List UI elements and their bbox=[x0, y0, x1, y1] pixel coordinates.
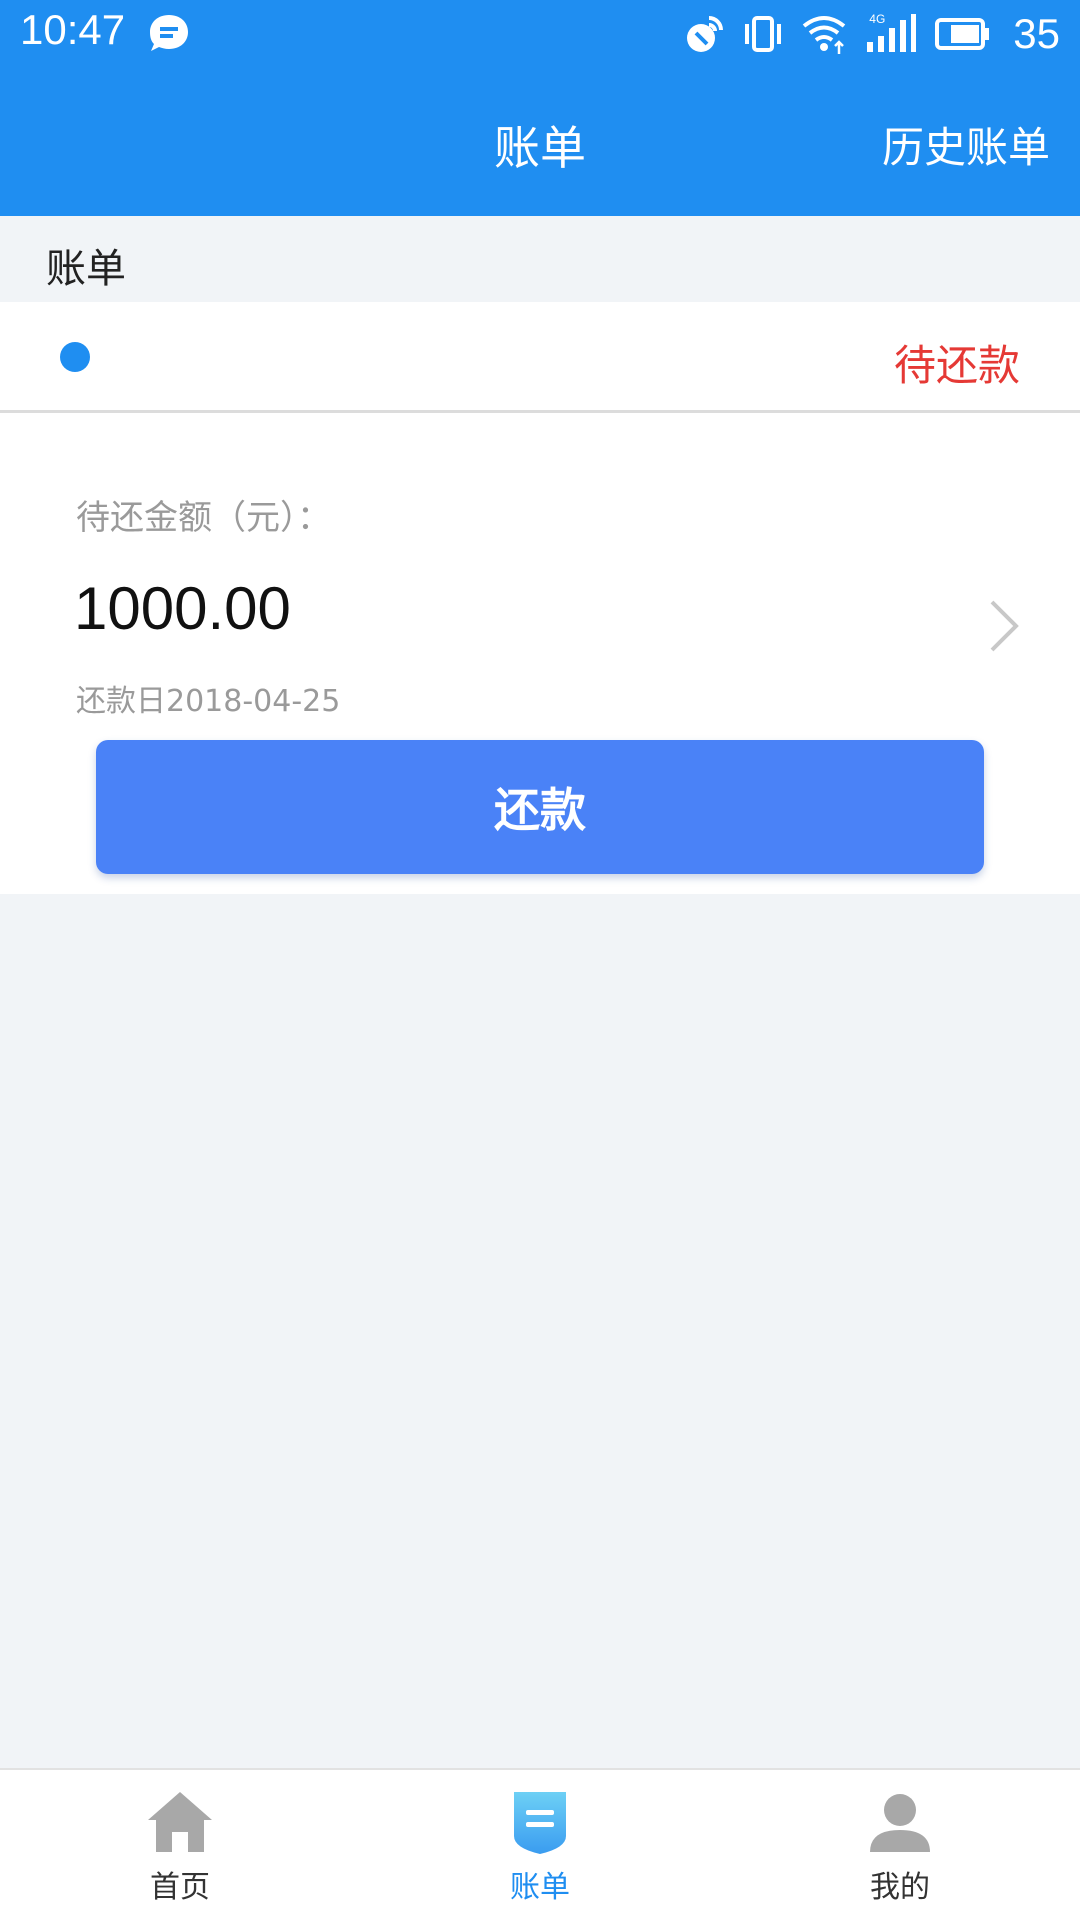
nav-item-bill[interactable]: 账单 bbox=[440, 1788, 640, 1918]
status-time: 10:47 bbox=[20, 6, 126, 53]
wifi-icon bbox=[803, 16, 846, 54]
section-title: 账单 bbox=[46, 246, 126, 292]
profile-icon bbox=[870, 1794, 930, 1852]
app-screen: 10:47 4G 35 账单 历史账单 账单 待还款 待还金额（元）： 1000… bbox=[0, 0, 1080, 1920]
bill-status-row: 待还款 bbox=[0, 302, 1080, 413]
bill-card[interactable]: 待还款 待还金额（元）： 1000.00 还款日2018-04-25 还款 bbox=[0, 302, 1080, 894]
nav-item-profile[interactable]: 我的 bbox=[800, 1788, 1000, 1918]
amount-value: 1000.00 bbox=[74, 575, 291, 642]
status-bar: 10:47 4G 35 bbox=[0, 0, 1080, 68]
title-bar: 账单 历史账单 bbox=[0, 68, 1080, 216]
home-icon bbox=[148, 1792, 212, 1852]
chevron-right-icon[interactable] bbox=[984, 596, 1024, 656]
battery-level: 35 bbox=[1013, 10, 1060, 57]
history-bills-link[interactable]: 历史账单 bbox=[882, 114, 1050, 175]
battery-icon bbox=[935, 18, 990, 50]
nav-item-home[interactable]: 首页 bbox=[80, 1788, 280, 1918]
bill-icon bbox=[514, 1792, 566, 1854]
section-header: 账单 bbox=[0, 216, 1080, 302]
bottom-nav: 首页 账单 我的 bbox=[0, 1768, 1080, 1920]
location-icon bbox=[687, 16, 724, 52]
amount-label: 待还金额（元）： bbox=[76, 498, 331, 538]
vibrate-icon bbox=[745, 16, 782, 52]
chat-bubble-icon bbox=[150, 15, 188, 51]
bill-status: 待还款 bbox=[893, 341, 1020, 390]
status-icons: 4G 35 bbox=[683, 6, 1060, 62]
due-date: 还款日2018-04-25 bbox=[76, 684, 341, 719]
status-dot bbox=[60, 342, 90, 372]
nav-label-bill: 账单 bbox=[510, 1870, 570, 1905]
nav-label-profile: 我的 bbox=[870, 1870, 930, 1905]
repay-button[interactable]: 还款 bbox=[96, 740, 984, 874]
nav-label-home: 首页 bbox=[150, 1870, 210, 1905]
signal-icon: 4G bbox=[865, 12, 917, 56]
